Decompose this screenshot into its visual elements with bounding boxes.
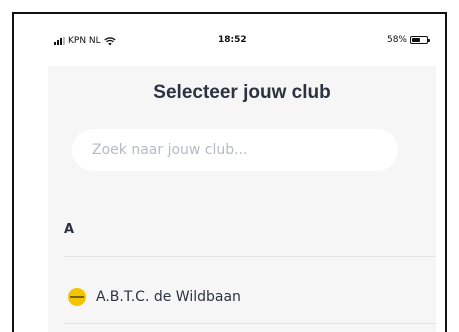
- search-input[interactable]: [90, 141, 398, 159]
- status-left: KPN NL: [54, 36, 116, 46]
- divider: [64, 323, 436, 324]
- club-logo-icon: [68, 288, 86, 306]
- phone-screen: KPN NL 18:52 58% Selecteer jouw club A A…: [48, 24, 436, 332]
- club-name: A.B.T.C. de Wildbaan: [96, 289, 241, 305]
- divider: [64, 256, 436, 257]
- battery-percent: 58%: [386, 35, 407, 45]
- search-field[interactable]: [72, 129, 398, 171]
- carrier-label: KPN NL: [68, 36, 101, 46]
- page-title: Selecteer jouw club: [153, 82, 331, 103]
- wifi-icon: [104, 36, 116, 45]
- screenshot-frame: KPN NL 18:52 58% Selecteer jouw club A A…: [12, 12, 447, 332]
- club-list-item[interactable]: A.B.T.C. de Wildbaan: [64, 274, 436, 320]
- status-right: 58%: [386, 35, 430, 45]
- status-bar: KPN NL 18:52 58%: [48, 24, 436, 66]
- battery-icon: [410, 36, 430, 44]
- section-header-a: A: [64, 222, 75, 237]
- signal-icon: [54, 37, 65, 45]
- status-time: 18:52: [218, 35, 247, 45]
